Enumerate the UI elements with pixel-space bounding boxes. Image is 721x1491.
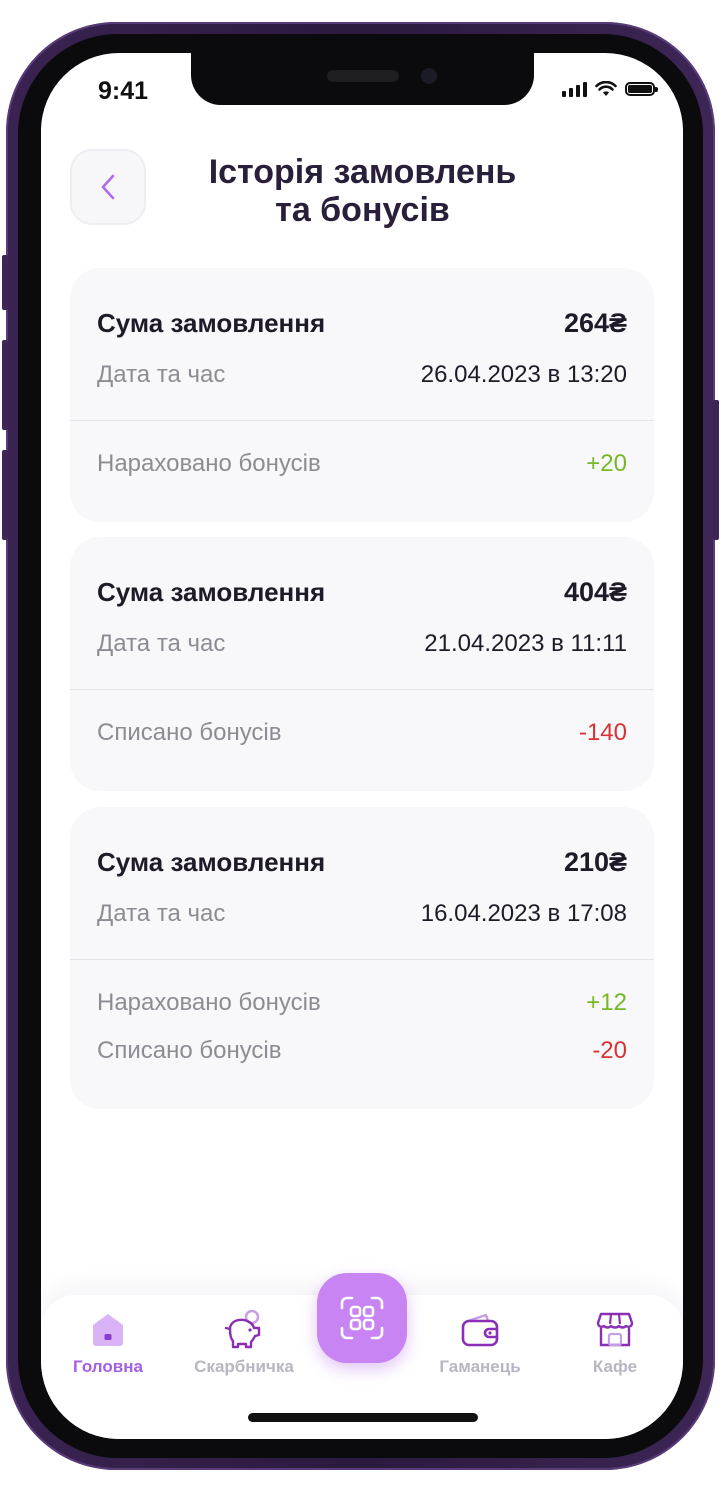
battery-icon — [625, 82, 658, 96]
tab-home-label: Головна — [73, 1357, 143, 1376]
card-divider — [70, 420, 654, 421]
tab-cafe[interactable]: Кафе — [555, 1307, 675, 1377]
order-date-label: Дата та час — [97, 361, 226, 388]
side-button-power — [713, 400, 719, 540]
screen: 9:41 Історія замовлень та бонусів Сума з… — [41, 53, 683, 1439]
order-sum-value: 264₴ — [563, 308, 627, 338]
order-date-value: 21.04.2023 в 11:11 — [424, 630, 627, 657]
order-date-value: 26.04.2023 в 13:20 — [420, 361, 627, 388]
qr-scan-icon — [340, 1296, 384, 1340]
tab-home[interactable]: Головна — [48, 1307, 168, 1377]
bonus-value: -20 — [592, 1037, 627, 1064]
wallet-icon — [461, 1313, 499, 1347]
order-date-label: Дата та час — [97, 900, 226, 927]
side-button-volume-down — [2, 450, 8, 540]
bonus-label: Нараховано бонусів — [97, 450, 321, 477]
home-icon — [93, 1314, 123, 1346]
order-card[interactable]: Сума замовлення 264₴ Дата та час 26.04.2… — [70, 268, 654, 522]
order-date-label: Дата та час — [97, 630, 226, 657]
tab-wallet[interactable]: Гаманець — [420, 1307, 540, 1377]
bonus-value: +20 — [586, 450, 627, 477]
piggy-bank-icon — [224, 1309, 261, 1349]
order-sum-value: 404₴ — [563, 577, 627, 607]
page-title-line-2: та бонусів — [275, 191, 450, 229]
order-sum-label: Сума замовлення — [97, 577, 326, 607]
speaker — [327, 70, 399, 82]
tab-piggy-bank-label: Скарбничка — [194, 1357, 294, 1376]
bonus-label: Списано бонусів — [97, 1037, 282, 1064]
status-icons — [562, 81, 658, 97]
chevron-left-icon — [101, 174, 115, 200]
page-title: Історія замовлень та бонусів — [151, 153, 574, 229]
page-title-line-1: Історія замовлень — [208, 153, 517, 191]
home-indicator — [248, 1413, 478, 1422]
tab-wallet-label: Гаманець — [439, 1357, 521, 1376]
back-button[interactable] — [70, 149, 146, 225]
front-camera — [421, 68, 437, 84]
notch — [191, 53, 534, 105]
qr-scan-button[interactable] — [317, 1273, 407, 1363]
order-sum-label: Сума замовлення — [97, 308, 326, 338]
order-sum-value: 210₴ — [563, 847, 627, 877]
bonus-label: Списано бонусів — [97, 719, 282, 746]
tab-piggy-bank[interactable]: Скарбничка — [184, 1307, 304, 1377]
order-card[interactable]: Сума замовлення 404₴ Дата та час 21.04.2… — [70, 537, 654, 791]
bonus-value: +12 — [586, 989, 627, 1016]
card-divider — [70, 689, 654, 690]
cafe-icon — [596, 1312, 634, 1347]
order-sum-label: Сума замовлення — [97, 847, 326, 877]
side-button-mute — [2, 255, 8, 310]
order-card[interactable]: Сума замовлення 210₴ Дата та час 16.04.2… — [70, 807, 654, 1109]
order-date-value: 16.04.2023 в 17:08 — [420, 900, 627, 927]
wifi-icon — [595, 81, 617, 96]
card-divider — [70, 959, 654, 960]
cellular-signal-icon — [562, 81, 587, 97]
bonus-label: Нараховано бонусів — [97, 989, 321, 1016]
status-time: 9:41 — [98, 77, 149, 105]
bonus-value: -140 — [578, 719, 627, 746]
side-button-volume-up — [2, 340, 8, 430]
tab-cafe-label: Кафе — [592, 1357, 638, 1376]
